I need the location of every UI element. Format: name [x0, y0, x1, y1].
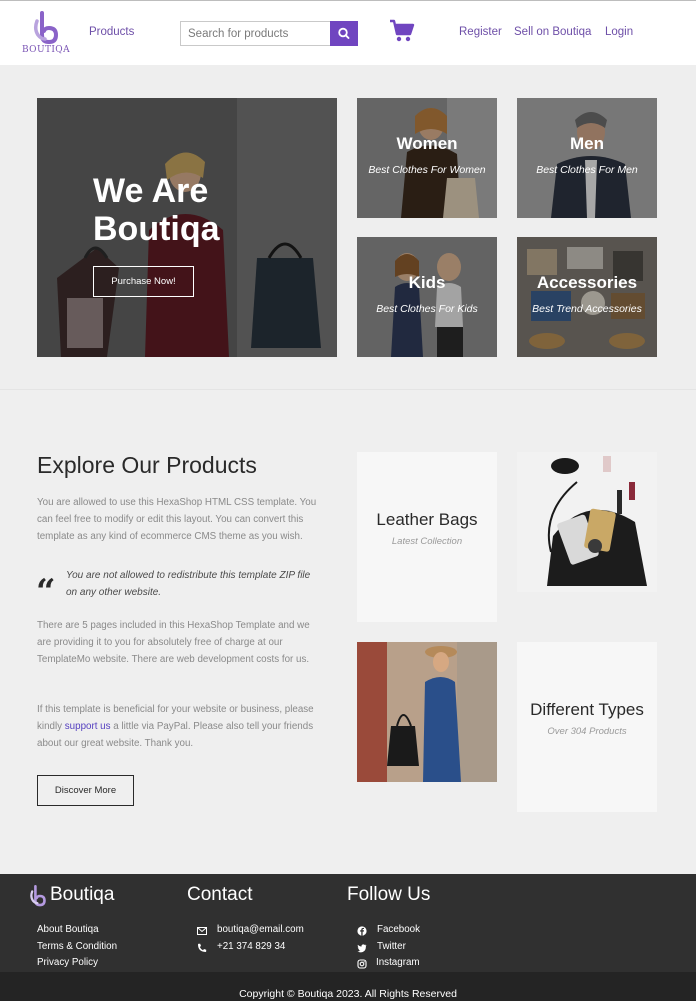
quote-icon: “ — [36, 572, 56, 612]
envelope-icon — [197, 927, 207, 935]
tile-title-accessories: Accessories — [536, 273, 638, 292]
card-title-different-types: Different Types — [530, 700, 644, 719]
login-link[interactable]: Login — [605, 26, 633, 38]
explore-paragraph-2: There are 5 pages included in this HexaS… — [37, 620, 310, 665]
tile-title-men: Men — [570, 134, 604, 153]
logo-mark-icon — [33, 11, 59, 45]
instagram-link[interactable]: Instagram — [376, 957, 420, 968]
model-with-bag-photo — [357, 642, 497, 782]
footer-phone[interactable]: +21 374 829 34 — [217, 941, 285, 952]
instagram-icon — [357, 959, 367, 969]
tile-subtitle-men: Best Clothes For Men — [536, 164, 638, 176]
facebook-icon — [357, 926, 367, 936]
cart-icon[interactable] — [389, 19, 415, 43]
tile-overlay — [517, 98, 657, 218]
tile-title-women: Women — [396, 134, 458, 153]
phone-icon — [198, 943, 207, 952]
search-bar — [180, 21, 358, 46]
explore-paragraph-3: If this template is beneficial for your … — [37, 701, 319, 752]
site-footer: Boutiqa About Boutiqa Terms & Condition … — [0, 874, 696, 1001]
twitter-icon — [357, 944, 367, 953]
hero-banner: We Are Boutiqa Purchase Now! — [37, 98, 337, 357]
tile-subtitle-kids: Best Clothes For Kids — [376, 303, 478, 315]
purchase-now-button[interactable]: Purchase Now! — [93, 266, 194, 297]
tile-overlay — [357, 98, 497, 218]
footer-brand: Boutiqa — [50, 884, 115, 905]
tile-subtitle-accessories: Best Trend Accessories — [532, 303, 642, 315]
card-subtitle-leather-bags: Latest Collection — [391, 536, 463, 547]
discover-more-button[interactable]: Discover More — [37, 775, 134, 806]
bag-contents-image — [517, 452, 657, 592]
model-with-bag-image — [357, 642, 497, 782]
nav-products-link[interactable]: Products — [89, 26, 134, 38]
logo-text: BOUTIQA — [22, 45, 70, 55]
hero-title: We Are Boutiqa — [93, 172, 220, 248]
copyright-text: Copyright © Boutiqa 2023. All Rights Res… — [239, 988, 457, 1000]
footer-follow-title: Follow Us — [347, 884, 431, 905]
category-tile-men[interactable]: Men Best Clothes For Men — [517, 98, 657, 218]
product-card-different-types[interactable]: Different Types Over 304 Products — [517, 642, 657, 812]
bag-contents-photo — [517, 452, 657, 592]
search-input[interactable] — [180, 21, 331, 46]
footer-email[interactable]: boutiqa@email.com — [217, 924, 304, 935]
tile-overlay — [357, 237, 497, 357]
search-icon — [338, 27, 350, 39]
site-header: BOUTIQA Products Register Sell on Boutiq… — [0, 0, 696, 65]
footer-link-terms[interactable]: Terms & Condition — [37, 941, 117, 952]
card-title-leather-bags: Leather Bags — [376, 510, 478, 529]
tile-subtitle-women: Best Clothes For Women — [368, 164, 486, 176]
footer-link-about[interactable]: About Boutiqa — [37, 924, 99, 935]
support-us-link[interactable]: support us — [65, 721, 111, 732]
tile-overlay — [517, 237, 657, 357]
facebook-link[interactable]: Facebook — [377, 924, 420, 935]
explore-quote: You are not allowed to redistribute this… — [66, 570, 311, 598]
twitter-link[interactable]: Twitter — [377, 941, 406, 952]
footer-bottom-bar: Copyright © Boutiqa 2023. All Rights Res… — [0, 972, 696, 1001]
footer-link-privacy[interactable]: Privacy Policy — [37, 957, 98, 968]
brand-logo[interactable]: BOUTIQA — [22, 11, 70, 57]
explore-section-title: Explore Our Products — [37, 452, 257, 478]
search-button[interactable] — [330, 21, 358, 46]
category-tile-kids[interactable]: Kids Best Clothes For Kids — [357, 237, 497, 357]
tile-title-kids: Kids — [408, 273, 446, 292]
register-link[interactable]: Register — [459, 26, 502, 38]
footer-logo-icon — [30, 885, 46, 907]
explore-paragraph-1: You are allowed to use this HexaShop HTM… — [37, 497, 317, 542]
footer-contact-title: Contact — [187, 884, 253, 905]
category-tile-women[interactable]: Women Best Clothes For Women — [357, 98, 497, 218]
category-tile-accessories[interactable]: Accessories Best Trend Accessories — [517, 237, 657, 357]
sell-on-boutiqa-link[interactable]: Sell on Boutiqa — [514, 26, 591, 38]
product-card-leather-bags[interactable]: Leather Bags Latest Collection — [357, 452, 497, 622]
card-subtitle-different-types: Over 304 Products — [547, 726, 627, 737]
